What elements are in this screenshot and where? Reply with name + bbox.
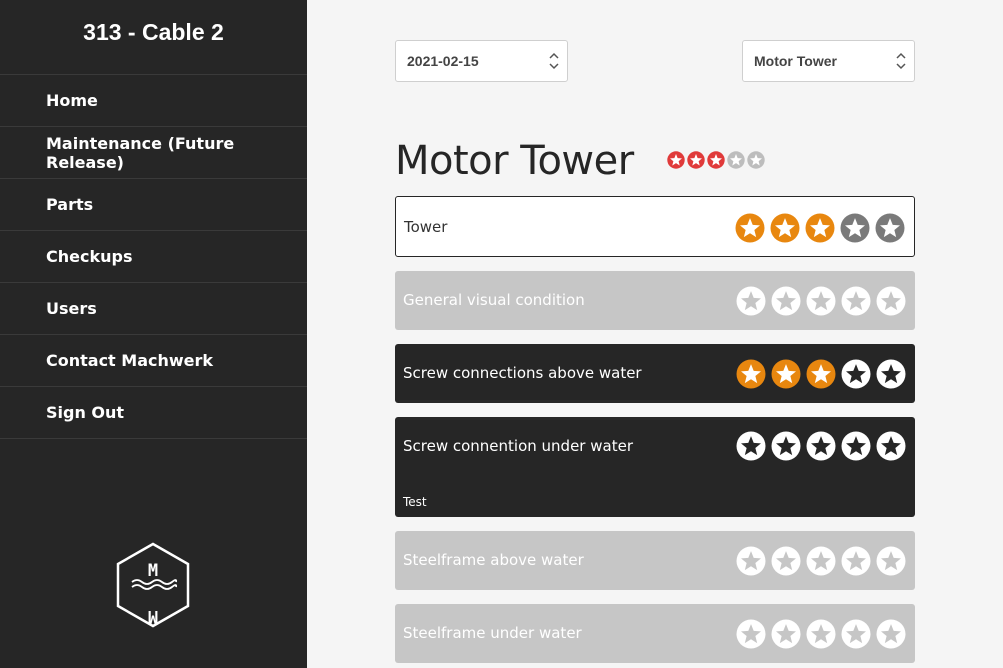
- sidebar-item-label: Checkups: [46, 247, 133, 266]
- logo-bottom-letter: M: [148, 606, 158, 626]
- sidebar-title: 313 - Cable 2: [0, 0, 307, 75]
- star-icon[interactable]: [771, 546, 801, 576]
- star-icon[interactable]: [876, 546, 906, 576]
- star-icon[interactable]: [840, 213, 870, 243]
- star-icon[interactable]: [876, 431, 906, 461]
- sidebar-item-label: Maintenance (Future Release): [46, 133, 235, 172]
- checkup-item-label: Screw connections above water: [403, 363, 642, 382]
- star-icon[interactable]: [841, 431, 871, 461]
- title-rating: [667, 151, 765, 169]
- sidebar-item-users[interactable]: Users: [0, 283, 307, 335]
- star-icon[interactable]: [805, 213, 835, 243]
- sidebar-item-parts[interactable]: Parts: [0, 179, 307, 231]
- star-icon[interactable]: [876, 619, 906, 649]
- rating-stars: [736, 286, 906, 316]
- checkup-item[interactable]: Steelframe above water: [395, 531, 915, 590]
- sidebar-item-label: Sign Out: [46, 403, 125, 422]
- checkup-item[interactable]: Screw connections above water: [395, 344, 915, 403]
- star-icon[interactable]: [806, 431, 836, 461]
- checkup-item-note: Test: [403, 495, 427, 509]
- checkup-item-label: Tower: [404, 217, 448, 236]
- star-icon[interactable]: [736, 286, 766, 316]
- sidebar: 313 - Cable 2 Home Maintenance (Future Re…: [0, 0, 307, 668]
- chevron-up-down-icon: [896, 52, 906, 70]
- star-icon[interactable]: [875, 213, 905, 243]
- date-select[interactable]: 2021-02-15: [395, 40, 568, 82]
- star-icon[interactable]: [841, 619, 871, 649]
- date-select-value: 2021-02-15: [407, 53, 479, 69]
- main-content: 2021-02-15 Motor Tower Motor Tower Tower…: [307, 0, 1003, 668]
- rating-stars: [736, 546, 906, 576]
- sidebar-item-label: Parts: [46, 195, 94, 214]
- star-icon[interactable]: [806, 619, 836, 649]
- star-icon[interactable]: [736, 546, 766, 576]
- checkup-item[interactable]: General visual condition: [395, 271, 915, 330]
- checkup-item[interactable]: Screw connention under water Test: [395, 417, 915, 517]
- star-icon: [667, 151, 685, 169]
- checkup-item-label: Steelframe under water: [403, 623, 582, 642]
- star-icon: [687, 151, 705, 169]
- star-icon[interactable]: [771, 431, 801, 461]
- star-icon[interactable]: [736, 619, 766, 649]
- star-icon: [727, 151, 745, 169]
- star-icon[interactable]: [736, 359, 766, 389]
- star-icon[interactable]: [806, 286, 836, 316]
- section-select-value: Motor Tower: [754, 53, 837, 69]
- checkup-item[interactable]: Steelframe under water: [395, 604, 915, 663]
- star-icon[interactable]: [806, 359, 836, 389]
- rating-stars: [736, 431, 906, 461]
- star-icon[interactable]: [876, 359, 906, 389]
- star-icon[interactable]: [735, 213, 765, 243]
- star-icon[interactable]: [841, 286, 871, 316]
- sidebar-item-sign-out[interactable]: Sign Out: [0, 387, 307, 439]
- chevron-up-down-icon: [549, 52, 559, 70]
- sidebar-item-label: Home: [46, 91, 98, 110]
- rating-stars: [736, 359, 906, 389]
- checkup-item[interactable]: Tower: [395, 196, 915, 257]
- star-icon[interactable]: [771, 359, 801, 389]
- page-title: Motor Tower: [395, 138, 634, 184]
- sidebar-item-label: Contact Machwerk: [46, 351, 214, 370]
- star-icon[interactable]: [841, 546, 871, 576]
- section-select[interactable]: Motor Tower: [742, 40, 915, 82]
- machwerk-logo-icon: M M: [116, 542, 190, 628]
- star-icon[interactable]: [841, 359, 871, 389]
- star-icon[interactable]: [771, 286, 801, 316]
- sidebar-item-label: Users: [46, 299, 97, 318]
- star-icon: [707, 151, 725, 169]
- rating-stars: [735, 213, 905, 243]
- sidebar-item-contact[interactable]: Contact Machwerk: [0, 335, 307, 387]
- logo-top-letter: M: [148, 561, 158, 581]
- star-icon[interactable]: [771, 619, 801, 649]
- star-icon[interactable]: [806, 546, 836, 576]
- sidebar-item-maintenance[interactable]: Maintenance (Future Release): [0, 127, 307, 179]
- star-icon[interactable]: [876, 286, 906, 316]
- star-icon: [747, 151, 765, 169]
- checkup-item-label: Screw connention under water: [403, 437, 633, 455]
- checkup-item-label: Steelframe above water: [403, 550, 584, 569]
- sidebar-item-home[interactable]: Home: [0, 75, 307, 127]
- star-icon[interactable]: [736, 431, 766, 461]
- rating-stars: [736, 619, 906, 649]
- sidebar-item-checkups[interactable]: Checkups: [0, 231, 307, 283]
- star-icon[interactable]: [770, 213, 800, 243]
- checkup-item-label: General visual condition: [403, 290, 585, 309]
